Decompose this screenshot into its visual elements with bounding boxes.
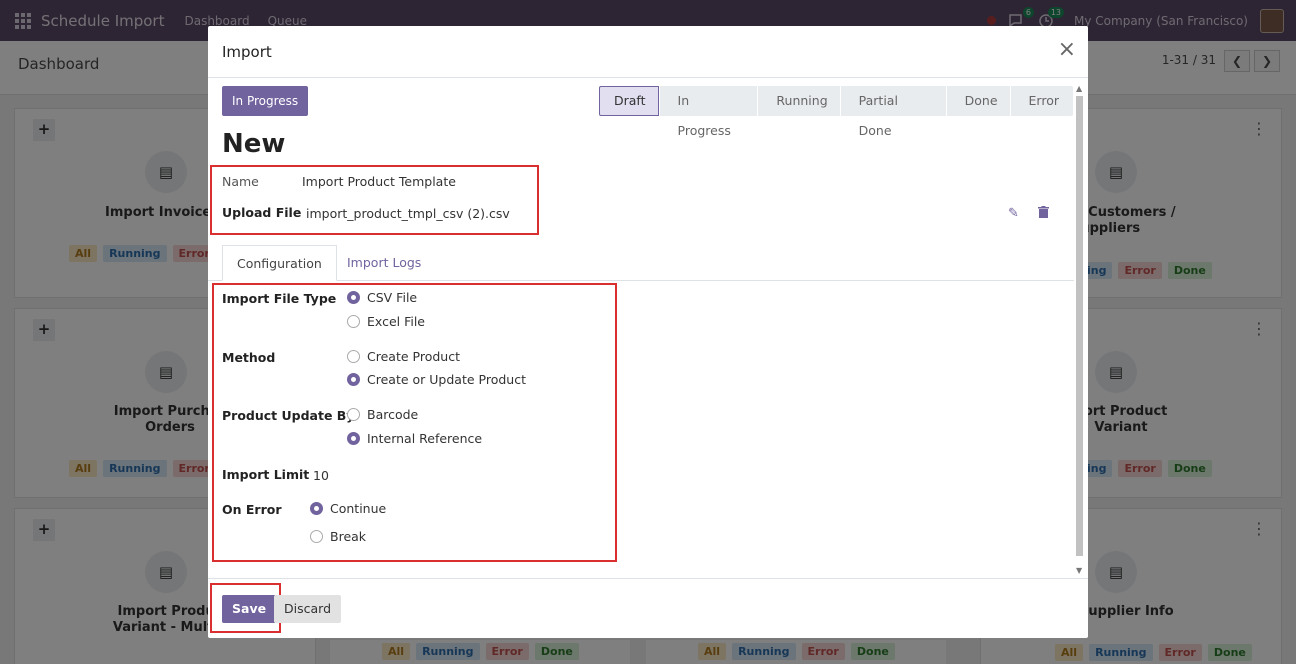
- radio-checked-icon[interactable]: [347, 432, 360, 445]
- dialog-scrollbar[interactable]: ▲ ▼: [1074, 84, 1084, 578]
- import-file-type-label: Import File Type: [222, 291, 337, 306]
- scroll-up-icon[interactable]: ▲: [1076, 84, 1082, 93]
- stage-done[interactable]: Done: [946, 86, 1010, 116]
- dialog-footer: Save Discard: [208, 578, 1088, 638]
- radio-label: Barcode: [367, 407, 419, 422]
- import-limit-field[interactable]: 10: [313, 468, 329, 483]
- close-icon[interactable]: ×: [1058, 38, 1076, 62]
- radio-create-or-update-product[interactable]: Create or Update Product: [347, 372, 526, 387]
- stage-draft[interactable]: Draft: [599, 86, 659, 116]
- radio-unchecked-icon[interactable]: [347, 408, 360, 421]
- upload-file-label: Upload File: [222, 205, 302, 220]
- radio-create-product[interactable]: Create Product: [347, 349, 460, 364]
- radio-label: Create Product: [367, 349, 460, 364]
- save-button[interactable]: Save: [222, 595, 277, 623]
- method-label: Method: [222, 350, 276, 365]
- radio-unchecked-icon[interactable]: [347, 315, 360, 328]
- upload-file-field[interactable]: import_product_tmpl_csv (2).csv: [306, 206, 510, 221]
- import-dialog: Import × In Progress Draft In Progress R…: [208, 26, 1088, 638]
- dialog-body: In Progress Draft In Progress Running Pa…: [208, 79, 1074, 577]
- stage-partial-done[interactable]: Partial Done: [840, 86, 946, 138]
- tab-configuration[interactable]: Configuration: [222, 245, 337, 281]
- radio-barcode[interactable]: Barcode: [347, 407, 418, 422]
- stage-in-progress[interactable]: In Progress: [659, 86, 758, 138]
- radio-unchecked-icon[interactable]: [310, 530, 323, 543]
- radio-continue[interactable]: Continue: [310, 501, 386, 516]
- name-label: Name: [222, 174, 259, 189]
- radio-internal-reference[interactable]: Internal Reference: [347, 431, 482, 446]
- import-limit-label: Import Limit: [222, 467, 310, 482]
- scroll-down-icon[interactable]: ▼: [1076, 566, 1082, 575]
- name-field[interactable]: Import Product Template: [302, 174, 456, 189]
- dialog-title: Import: [222, 43, 272, 61]
- radio-csv-file[interactable]: CSV File: [347, 290, 417, 305]
- radio-checked-icon[interactable]: [347, 291, 360, 304]
- radio-label: Internal Reference: [367, 431, 483, 446]
- notebook-tabs: Configuration Import Logs: [208, 245, 1074, 281]
- discard-button[interactable]: Discard: [274, 595, 341, 623]
- radio-label: Create or Update Product: [367, 372, 526, 387]
- stage-statusbar: Draft In Progress Running Partial Done D…: [599, 86, 1074, 138]
- radio-label: CSV File: [367, 290, 418, 305]
- product-update-by-label: Product Update By: [222, 408, 355, 423]
- on-error-label: On Error: [222, 502, 282, 517]
- dialog-header: Import ×: [208, 26, 1088, 78]
- pencil-icon[interactable]: ✎: [1008, 206, 1019, 221]
- stage-running[interactable]: Running: [758, 86, 840, 116]
- scrollbar-thumb[interactable]: [1076, 96, 1083, 556]
- radio-break[interactable]: Break: [310, 529, 366, 544]
- radio-checked-icon[interactable]: [310, 502, 323, 515]
- radio-checked-icon[interactable]: [347, 373, 360, 386]
- stage-error[interactable]: Error: [1010, 86, 1073, 116]
- trash-icon[interactable]: [1038, 206, 1049, 222]
- tab-import-logs[interactable]: Import Logs: [333, 245, 435, 281]
- record-title: New: [222, 129, 286, 159]
- radio-label: Break: [330, 529, 367, 544]
- in-progress-button[interactable]: In Progress: [222, 86, 309, 116]
- radio-label: Excel File: [367, 314, 426, 329]
- radio-label: Continue: [330, 501, 387, 516]
- radio-unchecked-icon[interactable]: [347, 350, 360, 363]
- radio-excel-file[interactable]: Excel File: [347, 314, 425, 329]
